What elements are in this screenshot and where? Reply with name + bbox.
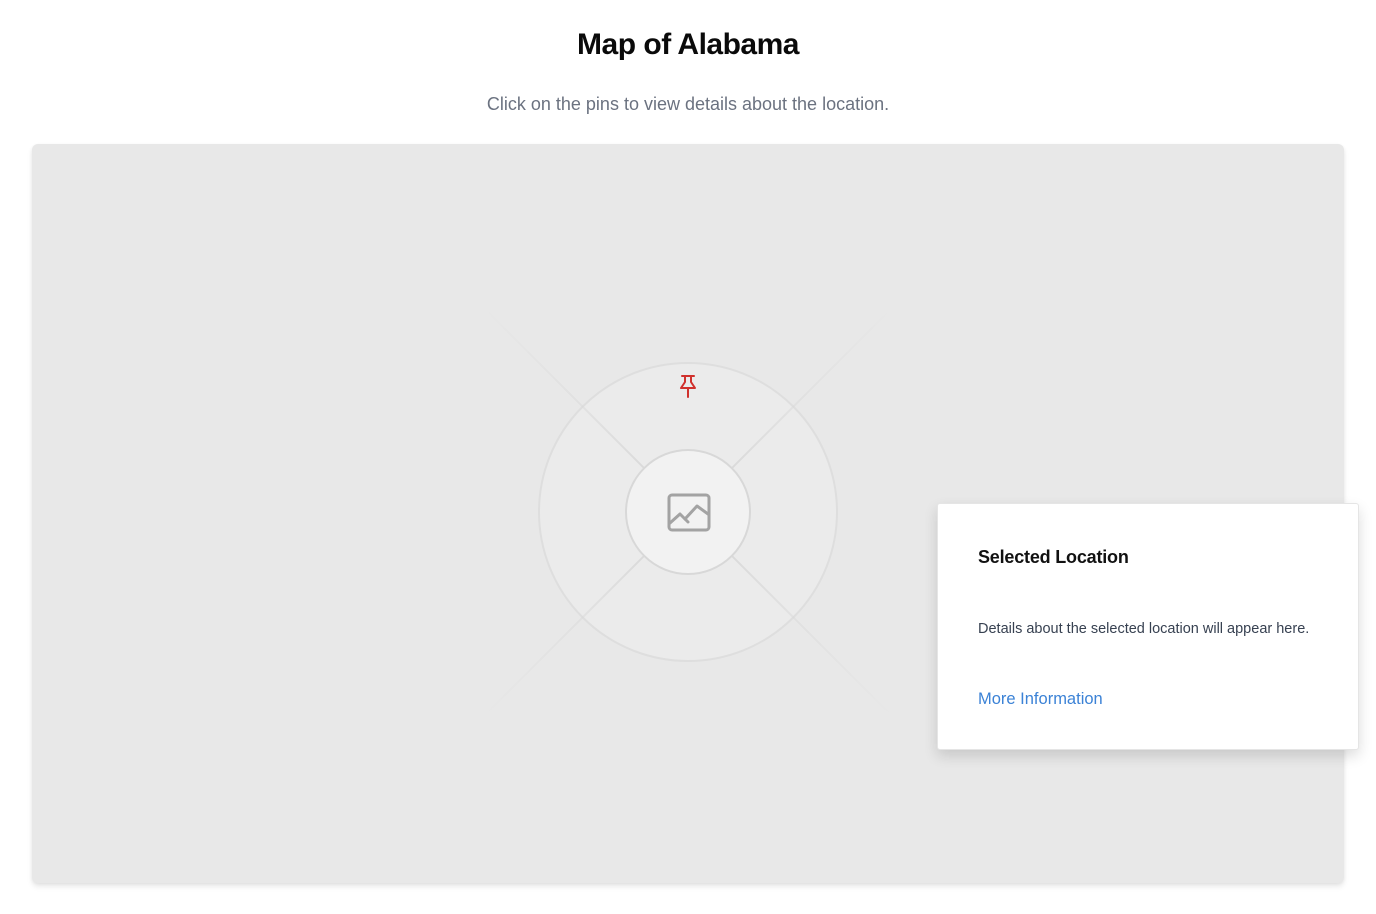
map-image-placeholder (477, 301, 899, 723)
page-title: Map of Alabama (577, 28, 799, 61)
card-details: Details about the selected location will… (978, 621, 1310, 637)
more-information-link[interactable]: More Information (978, 690, 1103, 709)
page: Map of Alabama Click on the pins to view… (0, 0, 1376, 914)
page-subtitle: Click on the pins to view details about … (486, 94, 890, 114)
selected-location-card: Selected Location Details about the sele… (937, 503, 1359, 750)
card-title: Selected Location (978, 547, 1129, 567)
pushpin-icon[interactable] (676, 373, 700, 399)
